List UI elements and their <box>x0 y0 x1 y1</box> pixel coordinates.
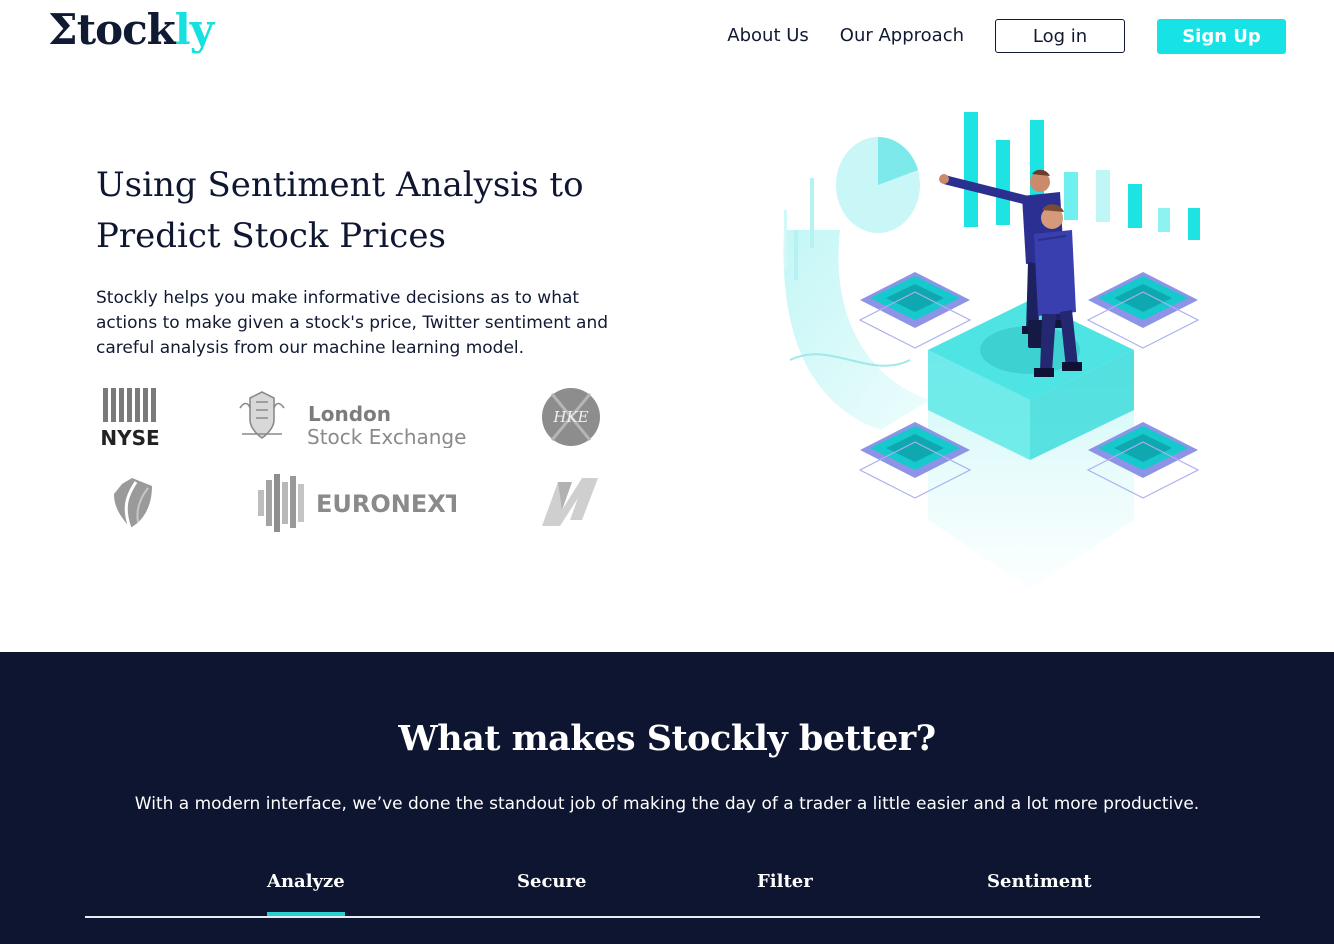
features-subtitle: With a modern interface, we’ve done the … <box>134 794 1200 814</box>
tab-filter[interactable]: Filter <box>757 868 813 916</box>
hke-logo: HKE <box>540 386 602 448</box>
exchange-logos: NYSE London Stock Exchange HKE EURONEXT <box>96 384 616 544</box>
logo-main-text: Σtock <box>48 5 176 54</box>
hero-title: Using Sentiment Analysis to Predict Stoc… <box>96 165 584 256</box>
n-logo <box>540 474 602 530</box>
hero-illustration <box>770 100 1220 600</box>
features-title: What makes Stockly better? <box>398 718 936 759</box>
nyse-logo-text: NYSE <box>100 426 159 448</box>
features-section: What makes Stockly better? With a modern… <box>0 652 1334 944</box>
login-button[interactable]: Log in <box>995 19 1125 53</box>
nav-about-us-link[interactable]: About Us <box>727 18 809 54</box>
tab-analyze[interactable]: Analyze <box>267 868 345 916</box>
feature-tabs: Analyze Secure Filter Sentiment <box>85 868 1260 918</box>
nav-our-approach-link[interactable]: Our Approach <box>840 18 964 54</box>
shield-logo <box>108 476 156 530</box>
hke-logo-text: HKE <box>552 408 588 426</box>
top-nav: About Us Our Approach Log in Sign Up <box>727 18 1286 54</box>
hero-description: Stockly helps you make informative decis… <box>96 288 609 358</box>
london-stock-exchange-logo: London Stock Exchange <box>236 388 476 448</box>
tab-sentiment[interactable]: Sentiment <box>987 868 1092 916</box>
nyse-logo: NYSE <box>100 388 164 448</box>
euronext-logo: EURONEXT <box>256 472 456 534</box>
tab-secure[interactable]: Secure <box>517 868 586 916</box>
euronext-logo-text: EURONEXT <box>316 490 456 518</box>
lse-logo-line2: Stock Exchange <box>307 425 466 448</box>
logo-accent-text: ly <box>174 5 214 54</box>
lse-logo-line1: London <box>308 402 391 426</box>
signup-button[interactable]: Sign Up <box>1157 18 1286 54</box>
stockly-logo[interactable]: Σtockly <box>48 4 214 56</box>
